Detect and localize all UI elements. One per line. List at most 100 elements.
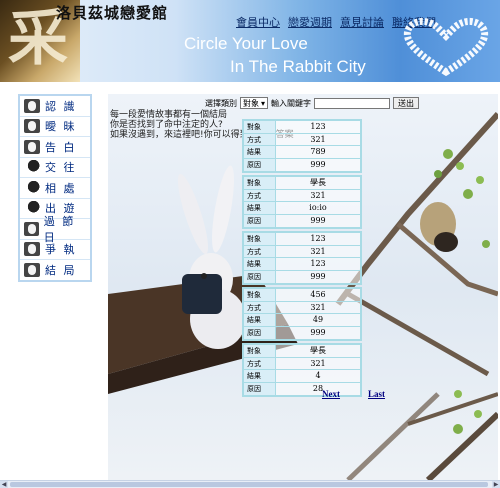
record-key: 原因 bbox=[244, 158, 276, 171]
bird-icon bbox=[24, 180, 40, 195]
record-row: 方式 321 bbox=[244, 189, 360, 202]
record-key: 對象 bbox=[244, 289, 276, 301]
record-row: 對象 123 bbox=[244, 121, 360, 134]
record-row: 結果 io:io bbox=[244, 202, 360, 215]
record-row: 對象 456 bbox=[244, 289, 360, 302]
next-page-link[interactable]: Next bbox=[322, 389, 340, 399]
last-page-link[interactable]: Last bbox=[368, 389, 385, 399]
record-key: 對象 bbox=[244, 345, 276, 357]
sidebar-menu: 認 識 曖 昧 告 白 交 往 相 處 出 遊 過 節 日 爭 執 結 局 bbox=[18, 94, 92, 282]
record-row: 結果 49 bbox=[244, 314, 360, 327]
record-key: 結果 bbox=[244, 314, 276, 326]
bunny-icon bbox=[24, 119, 40, 134]
record-key: 結果 bbox=[244, 146, 276, 158]
category-label: 選擇類別 bbox=[205, 98, 237, 108]
sidebar-item-ambiguous[interactable]: 曖 昧 bbox=[20, 117, 90, 137]
category-select-value: 對象 bbox=[243, 98, 259, 108]
record-row: 結果 789 bbox=[244, 146, 360, 159]
top-nav-love-cycle[interactable]: 戀愛週期 bbox=[288, 14, 332, 30]
sidebar-item-getting-along[interactable]: 相 處 bbox=[20, 178, 90, 199]
record-key: 結果 bbox=[244, 258, 276, 270]
record-key: 方式 bbox=[244, 357, 276, 369]
record-key: 原因 bbox=[244, 270, 276, 283]
sidebar-item-label: 爭 執 bbox=[45, 243, 77, 257]
record-key: 方式 bbox=[244, 245, 276, 257]
record-key: 方式 bbox=[244, 301, 276, 313]
record-row: 方式 321 bbox=[244, 133, 360, 146]
record-row: 對象 學長 bbox=[244, 177, 360, 190]
sidebar-item-dating[interactable]: 交 往 bbox=[20, 158, 90, 178]
cloud-heart-icon bbox=[403, 18, 489, 77]
horizontal-scrollbar[interactable]: ◀ ▶ bbox=[0, 480, 500, 488]
record-row: 結果 123 bbox=[244, 258, 360, 271]
records-list: 對象 123 方式 321 結果 789 原因 999 對象 學長 方式 321 結果 io:… bbox=[242, 119, 362, 399]
record-row: 方式 321 bbox=[244, 301, 360, 314]
submit-button[interactable]: 送出 bbox=[393, 97, 420, 109]
record-row: 原因 999 bbox=[244, 214, 360, 227]
record-row: 原因 999 bbox=[244, 326, 360, 339]
scroll-left-icon[interactable]: ◀ bbox=[0, 481, 8, 488]
record-key: 結果 bbox=[244, 370, 276, 382]
slogan-line2: In The Rabbit City bbox=[230, 57, 366, 76]
site-title: 洛貝茲城戀愛館 bbox=[56, 4, 169, 22]
sidebar-item-acquaintance[interactable]: 認 識 bbox=[20, 96, 90, 117]
sidebar-item-label: 過 節 日 bbox=[43, 214, 76, 244]
search-bar: 選擇類別 對象 ▾ 輸入關鍵字 送出 bbox=[205, 97, 420, 109]
record-value: 123 bbox=[310, 259, 326, 268]
top-nav-discussion[interactable]: 意見討論 bbox=[340, 14, 384, 30]
record-key: 原因 bbox=[244, 326, 276, 339]
record-table: 對象 123 方式 321 結果 789 原因 999 bbox=[242, 119, 362, 173]
record-value: 4 bbox=[315, 371, 321, 380]
bunny-icon bbox=[24, 242, 40, 257]
sidebar-item-label: 告 白 bbox=[45, 140, 77, 154]
record-row: 原因 999 bbox=[244, 270, 360, 283]
record-table: 對象 123 方式 321 結果 123 原因 999 bbox=[242, 231, 362, 285]
record-value: 789 bbox=[310, 147, 326, 156]
top-nav-member-center[interactable]: 會員中心 bbox=[236, 14, 280, 30]
record-key: 結果 bbox=[244, 202, 276, 214]
keyword-label: 輸入關鍵字 bbox=[271, 98, 312, 108]
record-row: 原因 999 bbox=[244, 158, 360, 171]
record-key: 方式 bbox=[244, 133, 276, 145]
record-value: 321 bbox=[310, 190, 326, 200]
sidebar-item-ending[interactable]: 結 局 bbox=[20, 260, 90, 281]
record-value: 學長 bbox=[310, 346, 326, 355]
record-value: io:io bbox=[309, 203, 327, 212]
pager: Next Last bbox=[322, 389, 385, 399]
bunny-icon bbox=[24, 221, 39, 236]
sidebar-item-holidays[interactable]: 過 節 日 bbox=[20, 215, 90, 244]
record-value: 學長 bbox=[310, 178, 326, 187]
record-key: 對象 bbox=[244, 177, 276, 189]
record-table: 對象 學長 方式 321 結果 io:io 原因 999 bbox=[242, 175, 362, 229]
record-key: 對象 bbox=[244, 121, 276, 133]
record-value: 123 bbox=[310, 234, 326, 243]
record-table: 對象 456 方式 321 結果 49 原因 999 bbox=[242, 287, 362, 341]
record-value: 999 bbox=[310, 159, 326, 169]
keyword-input[interactable] bbox=[314, 97, 391, 109]
bunny-icon bbox=[24, 263, 40, 278]
record-value: 321 bbox=[310, 134, 326, 144]
sidebar-item-label: 結 局 bbox=[45, 264, 77, 278]
sidebar-item-label: 相 處 bbox=[45, 181, 77, 195]
chevron-down-icon: ▾ bbox=[261, 98, 266, 108]
bunny-icon bbox=[24, 139, 40, 154]
record-key: 原因 bbox=[244, 382, 276, 395]
sidebar-item-confession[interactable]: 告 白 bbox=[20, 137, 90, 158]
record-row: 對象 學長 bbox=[244, 345, 360, 358]
record-value: 999 bbox=[310, 271, 326, 281]
category-select[interactable]: 對象 ▾ bbox=[240, 97, 269, 109]
record-key: 對象 bbox=[244, 233, 276, 245]
record-row: 結果 4 bbox=[244, 370, 360, 383]
scroll-right-icon[interactable]: ▶ bbox=[492, 481, 500, 488]
record-row: 方式 321 bbox=[244, 357, 360, 370]
record-value: 999 bbox=[310, 327, 326, 337]
sidebar-item-label: 認 識 bbox=[45, 99, 77, 113]
record-row: 方式 321 bbox=[244, 245, 360, 258]
page: 采 洛貝茲城戀愛館 會員中心 戀愛週期 意見討論 聯絡我們 Circle You… bbox=[0, 0, 500, 488]
record-key: 原因 bbox=[244, 214, 276, 227]
bird-icon bbox=[24, 201, 40, 216]
bird-icon bbox=[24, 160, 40, 175]
record-value: 321 bbox=[310, 302, 326, 312]
scrollbar-thumb[interactable] bbox=[10, 482, 488, 487]
slogan-line1: Circle Your Love bbox=[184, 34, 308, 53]
